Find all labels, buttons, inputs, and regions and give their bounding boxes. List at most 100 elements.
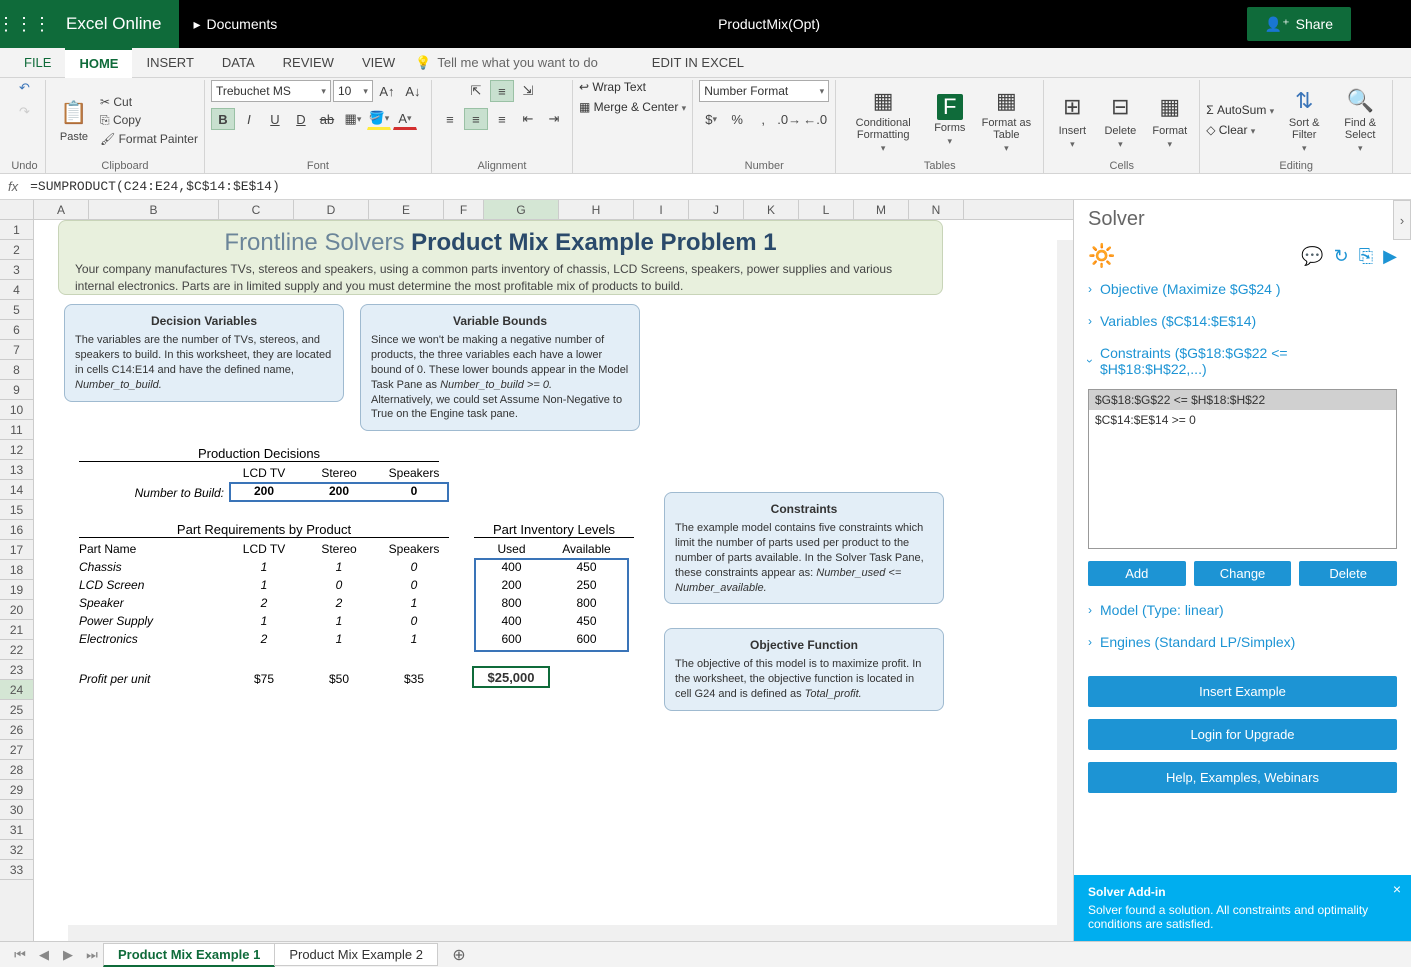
col-header[interactable]: I bbox=[634, 200, 689, 219]
comma-icon[interactable]: , bbox=[751, 108, 775, 130]
row-header[interactable]: 3 bbox=[0, 260, 33, 280]
grow-font-icon[interactable]: A↑ bbox=[375, 80, 399, 102]
run-icon[interactable]: ▶ bbox=[1383, 246, 1397, 267]
row-header[interactable]: 17 bbox=[0, 540, 33, 560]
col-header[interactable]: A bbox=[34, 200, 89, 219]
align-left-icon[interactable]: ≡ bbox=[438, 108, 462, 130]
col-header[interactable]: E bbox=[369, 200, 444, 219]
add-constraint-button[interactable]: Add bbox=[1088, 561, 1186, 586]
paste-button[interactable]: 📋Paste bbox=[52, 84, 96, 156]
tab-nav-first[interactable]: ⏮ bbox=[8, 947, 32, 963]
col-header[interactable]: B bbox=[89, 200, 219, 219]
find-select-button[interactable]: 🔍Find & Select▾ bbox=[1334, 84, 1386, 156]
val-ppu-speakers[interactable]: $35 bbox=[379, 672, 449, 686]
row-header[interactable]: 25 bbox=[0, 700, 33, 720]
tab-home[interactable]: HOME bbox=[65, 48, 132, 78]
row-header[interactable]: 26 bbox=[0, 720, 33, 740]
used-val[interactable]: 600 bbox=[474, 632, 549, 646]
row-header[interactable]: 5 bbox=[0, 300, 33, 320]
val-ntb-stereo[interactable]: 200 bbox=[304, 484, 374, 498]
breadcrumb-item[interactable]: Documents bbox=[206, 16, 277, 32]
close-icon[interactable]: × bbox=[1393, 881, 1401, 897]
copy-icon[interactable]: ⎘ bbox=[1359, 246, 1373, 267]
col-header[interactable]: C bbox=[219, 200, 294, 219]
edit-in-excel[interactable]: EDIT IN EXCEL bbox=[638, 48, 758, 78]
avail-val[interactable]: 250 bbox=[549, 578, 624, 592]
req-val[interactable]: 1 bbox=[304, 614, 374, 628]
row-header[interactable]: 4 bbox=[0, 280, 33, 300]
solver-model[interactable]: ›Model (Type: linear) bbox=[1074, 594, 1411, 626]
add-sheet-button[interactable]: ⊕ bbox=[446, 945, 472, 965]
total-profit-cell[interactable]: $25,000 bbox=[472, 666, 550, 688]
insert-cells-button[interactable]: ⊞Insert▾ bbox=[1050, 84, 1094, 156]
row-header[interactable]: 21 bbox=[0, 620, 33, 640]
autosum-button[interactable]: Σ AutoSum ▾ bbox=[1206, 103, 1274, 117]
tab-view[interactable]: VIEW bbox=[348, 48, 409, 78]
login-upgrade-button[interactable]: Login for Upgrade bbox=[1088, 719, 1397, 750]
collapse-pane-icon[interactable]: › bbox=[1393, 200, 1411, 240]
align-center-icon[interactable]: ≡ bbox=[464, 108, 488, 130]
col-header[interactable]: H bbox=[559, 200, 634, 219]
used-val[interactable]: 200 bbox=[474, 578, 549, 592]
req-val[interactable]: 1 bbox=[229, 578, 299, 592]
row-header[interactable]: 24 bbox=[0, 680, 33, 700]
sort-filter-button[interactable]: ⇅Sort & Filter▾ bbox=[1278, 84, 1330, 156]
align-right-icon[interactable]: ≡ bbox=[490, 108, 514, 130]
cut-button[interactable]: ✂ Cut bbox=[100, 95, 198, 109]
constraint-row[interactable]: $G$18:$G$22 <= $H$18:$H$22 bbox=[1089, 390, 1396, 410]
constraint-row[interactable]: $C$14:$E$14 >= 0 bbox=[1089, 410, 1396, 430]
req-val[interactable]: 0 bbox=[304, 578, 374, 592]
row-header[interactable]: 1 bbox=[0, 220, 33, 240]
avail-val[interactable]: 800 bbox=[549, 596, 624, 610]
align-top-icon[interactable]: ⇱ bbox=[464, 80, 488, 102]
row-header[interactable]: 12 bbox=[0, 440, 33, 460]
redo-icon[interactable]: ↷ bbox=[19, 104, 30, 120]
tab-file[interactable]: FILE bbox=[10, 48, 65, 78]
col-header[interactable]: G bbox=[484, 200, 559, 219]
row-header[interactable]: 22 bbox=[0, 640, 33, 660]
tab-insert[interactable]: INSERT bbox=[132, 48, 207, 78]
font-select[interactable]: Trebuchet MS▾ bbox=[211, 80, 331, 102]
constraints-list[interactable]: $G$18:$G$22 <= $H$18:$H$22 $C$14:$E$14 >… bbox=[1088, 389, 1397, 549]
avail-val[interactable]: 600 bbox=[549, 632, 624, 646]
row-header[interactable]: 16 bbox=[0, 520, 33, 540]
font-color-button[interactable]: A▾ bbox=[393, 108, 417, 130]
format-cells-button[interactable]: ▦Format▾ bbox=[1146, 84, 1193, 156]
indent-dec-icon[interactable]: ⇤ bbox=[516, 108, 540, 130]
solver-constraints[interactable]: ›Constraints ($G$18:$G$22 <= $H$18:$H$22… bbox=[1074, 337, 1411, 385]
dec-decimal-icon[interactable]: ←.0 bbox=[803, 108, 827, 130]
breadcrumb[interactable]: ▸ Documents bbox=[179, 16, 291, 33]
select-all-corner[interactable] bbox=[0, 200, 34, 219]
underline-button[interactable]: U bbox=[263, 108, 287, 130]
avail-val[interactable]: 450 bbox=[549, 614, 624, 628]
row-header[interactable]: 7 bbox=[0, 340, 33, 360]
avail-val[interactable]: 450 bbox=[549, 560, 624, 574]
req-val[interactable]: 1 bbox=[229, 560, 299, 574]
req-val[interactable]: 0 bbox=[379, 614, 449, 628]
row-header[interactable]: 10 bbox=[0, 400, 33, 420]
format-as-table-button[interactable]: ▦Format as Table▾ bbox=[975, 84, 1037, 156]
col-header[interactable]: L bbox=[799, 200, 854, 219]
inc-decimal-icon[interactable]: .0→ bbox=[777, 108, 801, 130]
tab-nav-last[interactable]: ⏭ bbox=[80, 947, 104, 963]
row-header[interactable]: 32 bbox=[0, 840, 33, 860]
row-header[interactable]: 28 bbox=[0, 760, 33, 780]
col-header[interactable]: J bbox=[689, 200, 744, 219]
tab-nav-prev[interactable]: ◀ bbox=[32, 947, 56, 963]
tab-review[interactable]: REVIEW bbox=[269, 48, 348, 78]
col-header[interactable]: F bbox=[444, 200, 484, 219]
change-constraint-button[interactable]: Change bbox=[1194, 561, 1292, 586]
col-header[interactable]: D bbox=[294, 200, 369, 219]
req-val[interactable]: 1 bbox=[304, 560, 374, 574]
fill-color-button[interactable]: 🪣▾ bbox=[367, 108, 391, 130]
indent-inc-icon[interactable]: ⇥ bbox=[542, 108, 566, 130]
borders-button[interactable]: ▦▾ bbox=[341, 108, 365, 130]
used-val[interactable]: 800 bbox=[474, 596, 549, 610]
horizontal-scrollbar[interactable] bbox=[68, 925, 1057, 941]
merge-center-button[interactable]: ▦ Merge & Center ▾ bbox=[579, 100, 686, 114]
percent-icon[interactable]: % bbox=[725, 108, 749, 130]
delete-constraint-button[interactable]: Delete bbox=[1299, 561, 1397, 586]
double-underline-button[interactable]: D bbox=[289, 108, 313, 130]
tab-nav-next[interactable]: ▶ bbox=[56, 947, 80, 963]
row-header[interactable]: 2 bbox=[0, 240, 33, 260]
